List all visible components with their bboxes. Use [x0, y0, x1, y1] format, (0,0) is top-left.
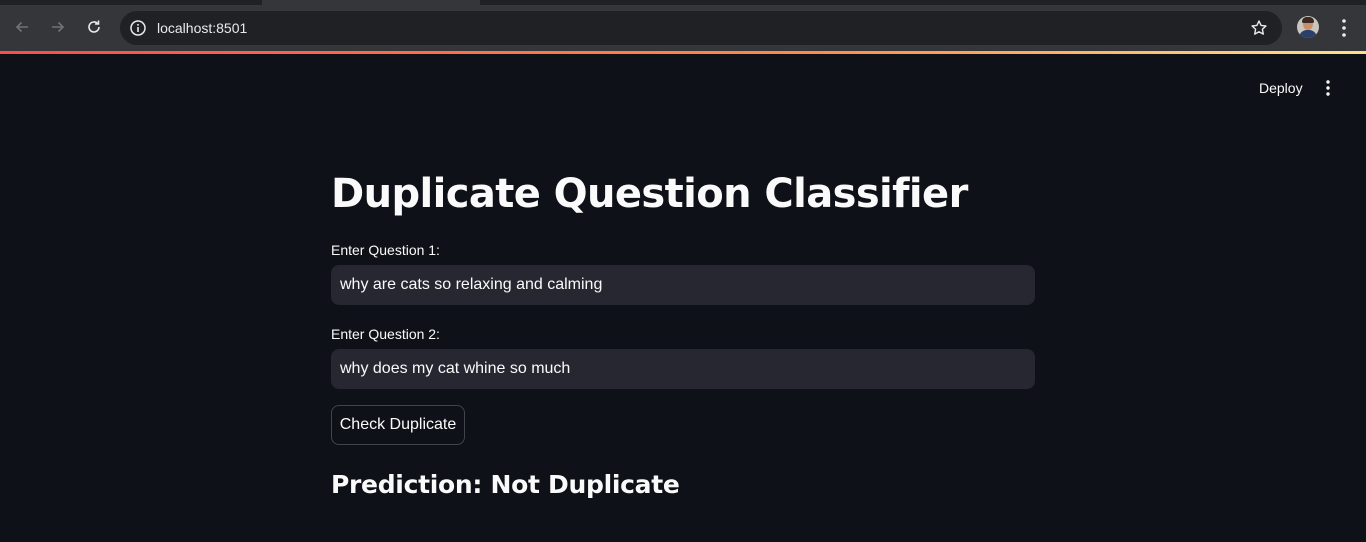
- info-icon[interactable]: [129, 19, 147, 37]
- check-duplicate-button[interactable]: Check Duplicate: [331, 405, 465, 445]
- page-title: Duplicate Question Classifier: [331, 171, 968, 217]
- arrow-right-icon: [52, 21, 65, 33]
- forward-button[interactable]: [45, 14, 71, 40]
- browser-toolbar: localhost:8501: [0, 0, 1366, 52]
- prediction-result: Prediction: Not Duplicate: [331, 470, 680, 499]
- back-button[interactable]: [9, 14, 35, 40]
- deploy-button[interactable]: Deploy: [1250, 76, 1312, 100]
- address-bar[interactable]: localhost:8501: [120, 11, 1282, 45]
- url-text[interactable]: localhost:8501: [157, 20, 247, 36]
- avatar[interactable]: [1297, 16, 1319, 38]
- question1-label: Enter Question 1:: [331, 242, 440, 258]
- arrow-left-icon: [15, 21, 28, 33]
- star-icon[interactable]: [1250, 19, 1268, 37]
- active-tab[interactable]: [262, 0, 480, 5]
- question2-input[interactable]: [331, 349, 1035, 389]
- question2-label: Enter Question 2:: [331, 326, 440, 342]
- tab-strip: [0, 0, 1366, 5]
- reload-button[interactable]: [81, 14, 107, 40]
- kebab-menu-icon[interactable]: [1336, 18, 1352, 38]
- reload-icon: [88, 20, 100, 33]
- app-decoration-bar: [0, 51, 1366, 54]
- question1-input[interactable]: [331, 265, 1035, 305]
- app-menu-button[interactable]: [1318, 78, 1338, 98]
- kebab-menu-icon: [1326, 80, 1330, 96]
